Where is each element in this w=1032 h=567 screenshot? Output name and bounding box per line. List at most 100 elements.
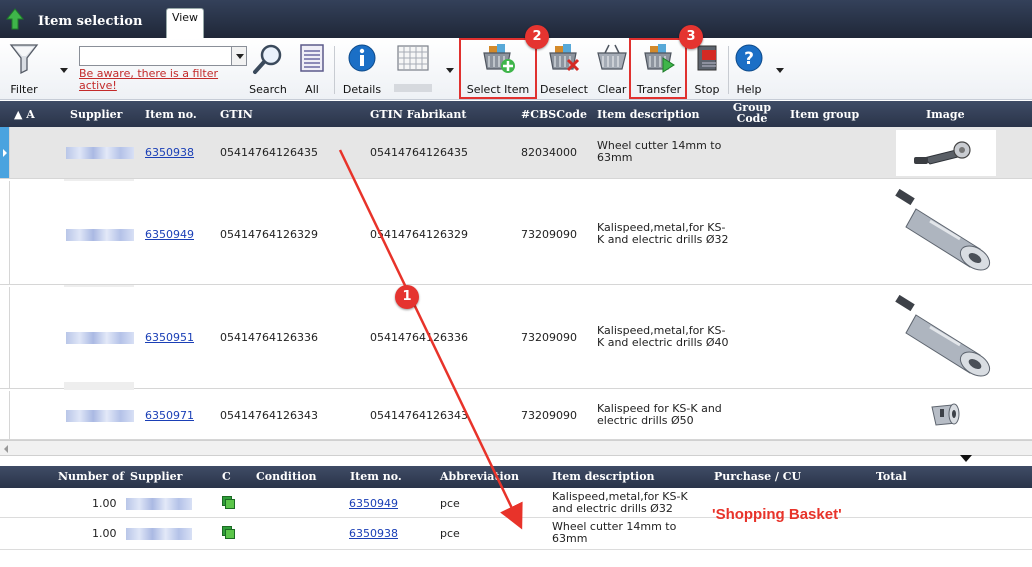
description-cell: Kalispeed,metal,for KS-K and electric dr… [597, 221, 729, 246]
basket-remove-icon [549, 44, 580, 72]
filter-warning[interactable]: Be aware, there is a filter active! [79, 68, 259, 92]
description-cell: Kalispeed,metal,for KS-K and electric dr… [552, 490, 688, 515]
col-c[interactable]: C [222, 470, 231, 483]
back-arrow-icon[interactable] [4, 6, 26, 32]
gtin-fabrikant-cell: 05414764126343 [370, 409, 468, 422]
item-no-link[interactable]: 6350949 [145, 228, 194, 241]
col-image[interactable]: Image [926, 108, 965, 121]
row-selector[interactable] [0, 287, 10, 388]
info-icon [348, 44, 376, 72]
col-abbreviation[interactable]: Abbreviation [440, 470, 519, 483]
col-total[interactable]: Total [876, 470, 907, 483]
highlight-transfer [629, 38, 687, 99]
details-button[interactable]: Details [340, 42, 384, 98]
basket-header: Number of Supplier C Condition Item no. … [0, 466, 1032, 488]
supplier-cell-blurred [126, 498, 192, 510]
table-row[interactable]: 6350938 05414764126435 05414764126435 82… [0, 127, 1032, 179]
col-group-code[interactable]: Group Code [732, 102, 772, 124]
shopping-basket-annotation: 'Shopping Basket' [712, 506, 842, 523]
list-icon [300, 44, 324, 72]
filter-input[interactable] [79, 46, 247, 66]
col-gtin-fabrikant[interactable]: GTIN Fabrikant [370, 108, 466, 121]
supplier-cell-blurred [66, 229, 134, 241]
stop-button[interactable]: Stop [690, 42, 724, 98]
basket-row[interactable]: 1.00 6350949 pce Kalispeed,metal,for KS-… [0, 488, 1032, 518]
gtin-cell: 05414764126329 [220, 228, 318, 241]
calendar-button[interactable] [388, 42, 438, 98]
supplier-cell-blurred [66, 332, 134, 344]
supplier-cell-blurred [66, 147, 134, 159]
blurred-label [394, 84, 432, 92]
calendar-grid-icon [397, 45, 429, 71]
search-label: Search [249, 83, 287, 96]
chevron-down-icon[interactable] [231, 47, 246, 65]
col-item-group[interactable]: Item group [790, 108, 859, 121]
col-item-description[interactable]: Item description [597, 108, 700, 121]
item-no-link[interactable]: 6350949 [349, 497, 398, 510]
help-button[interactable]: ? Help [732, 42, 766, 98]
gtin-fabrikant-cell: 05414764126336 [370, 331, 468, 344]
condition-status-icon [222, 526, 235, 539]
quantity-cell[interactable]: 1.00 [92, 527, 117, 540]
clear-button[interactable]: Clear [594, 42, 630, 98]
col-cbs-code[interactable]: #CBSCode [521, 108, 587, 121]
col-item-no[interactable]: Item no. [145, 108, 197, 121]
filter-button[interactable]: Filter [4, 42, 44, 98]
horizontal-scrollbar[interactable] [0, 440, 1032, 456]
abbreviation-cell: pce [440, 497, 460, 510]
all-label: All [305, 83, 319, 96]
row-selector[interactable] [0, 391, 10, 439]
deselect-label: Deselect [540, 83, 588, 96]
toolbar-divider [728, 46, 729, 94]
toolbar-divider [334, 46, 335, 94]
cbs-code-cell: 73209090 [521, 228, 577, 241]
col-item-no[interactable]: Item no. [350, 470, 402, 483]
kalispeed-tool-image [890, 293, 1000, 385]
step-badge-1: 1 [395, 285, 419, 309]
col-supplier[interactable]: Supplier [70, 108, 122, 121]
col-number-of[interactable]: Number of [58, 470, 124, 483]
search-button[interactable]: Search [246, 42, 290, 98]
row-selector[interactable] [0, 181, 10, 284]
table-row[interactable]: 6350971 05414764126343 05414764126343 73… [0, 391, 1032, 440]
scroll-left-icon[interactable] [4, 445, 8, 453]
supplier-cell-blurred [126, 528, 192, 540]
collapse-basket-icon[interactable] [960, 455, 972, 462]
calendar-dropdown-icon[interactable] [446, 68, 454, 74]
all-button[interactable]: All [296, 42, 328, 98]
item-no-link[interactable]: 6350938 [145, 146, 194, 159]
empty-basket-icon [597, 44, 627, 70]
help-label: Help [736, 83, 762, 96]
item-no-link[interactable]: 6350971 [145, 409, 194, 422]
cbs-code-cell: 73209090 [521, 409, 577, 422]
sort-indicator[interactable]: ▲ A [14, 108, 35, 121]
gtin-cell: 05414764126336 [220, 331, 318, 344]
deselect-button[interactable]: Deselect [536, 42, 592, 98]
col-gtin[interactable]: GTIN [220, 108, 253, 121]
tab-view[interactable]: View [166, 8, 204, 38]
stop-label: Stop [694, 83, 720, 96]
row-selector[interactable] [0, 127, 10, 178]
basket-row[interactable]: 1.00 6350938 pce Wheel cutter 14mm to 63… [0, 518, 1032, 550]
clear-label: Clear [597, 83, 627, 96]
description-cell: Wheel cutter 14mm to 63mm [597, 139, 722, 164]
table-row[interactable]: 6350949 05414764126329 05414764126329 73… [0, 181, 1032, 285]
row-shadow [64, 382, 134, 390]
col-purchase-cu[interactable]: Purchase / CU [714, 470, 801, 483]
filter-dropdown-icon[interactable] [60, 68, 68, 74]
item-no-link[interactable]: 6350951 [145, 331, 194, 344]
col-condition[interactable]: Condition [256, 470, 317, 483]
details-label: Details [342, 83, 382, 96]
highlight-select-item [459, 38, 537, 99]
table-row[interactable]: 6350951 05414764126336 05414764126336 73… [0, 287, 1032, 389]
cbs-code-cell: 73209090 [521, 331, 577, 344]
col-supplier[interactable]: Supplier [130, 470, 182, 483]
condition-status-icon [222, 496, 235, 509]
item-no-link[interactable]: 6350938 [349, 527, 398, 540]
help-dropdown-icon[interactable] [776, 68, 784, 74]
col-item-description[interactable]: Item description [552, 470, 655, 483]
description-cell: Wheel cutter 14mm to 63mm [552, 520, 677, 545]
quantity-cell[interactable]: 1.00 [92, 497, 117, 510]
gtin-cell: 05414764126435 [220, 146, 318, 159]
gtin-cell: 05414764126343 [220, 409, 318, 422]
